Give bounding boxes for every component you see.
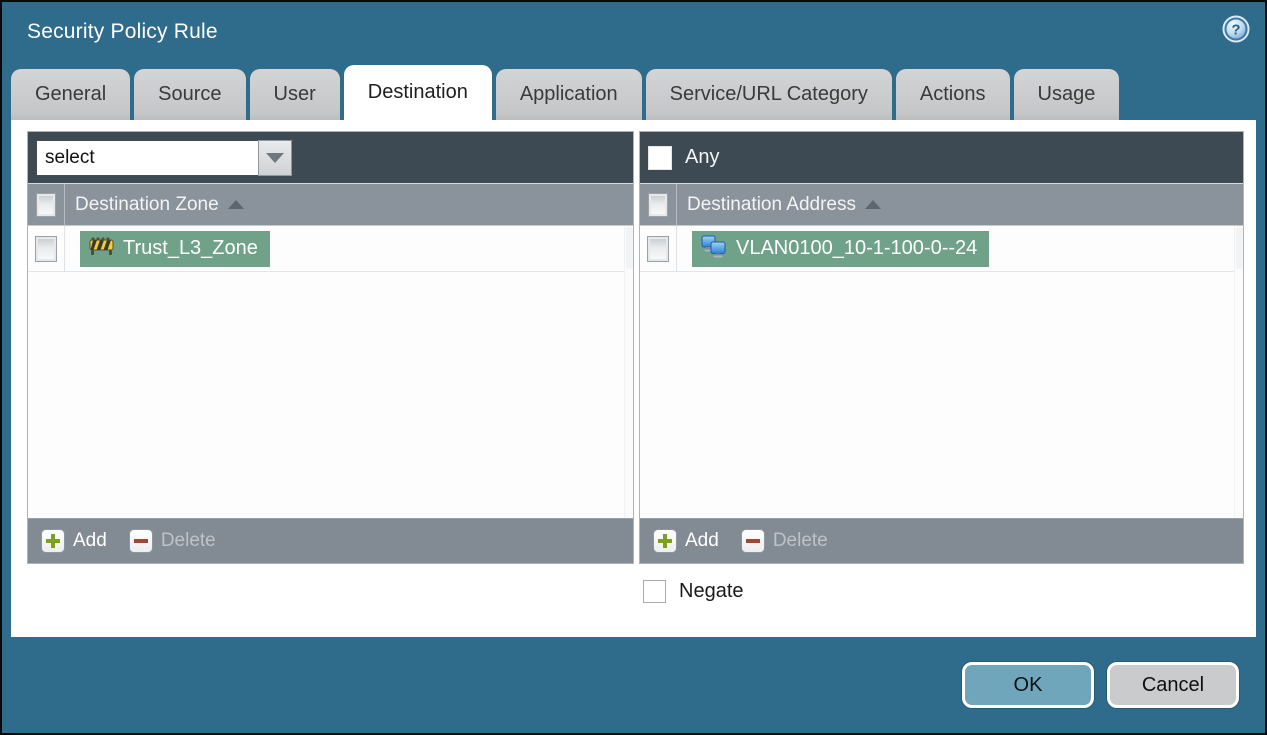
zone-panel-toolbar: select [28, 132, 633, 184]
address-add-button[interactable]: Add [653, 529, 719, 553]
tab-usage[interactable]: Usage [1013, 69, 1120, 120]
cancel-button[interactable]: Cancel [1107, 662, 1239, 708]
address-scrollbar[interactable] [1234, 226, 1243, 518]
tab-actions[interactable]: Actions [895, 69, 1010, 120]
svg-text:?: ? [1231, 22, 1240, 39]
chevron-down-icon [266, 152, 284, 163]
address-add-label: Add [685, 530, 719, 551]
add-icon [41, 529, 65, 553]
security-policy-rule-dialog: Security Policy Rule ? General Source Us… [0, 0, 1267, 735]
help-icon[interactable]: ? [1222, 15, 1250, 43]
tab-destination[interactable]: Destination [343, 65, 492, 120]
zone-delete-label: Delete [160, 530, 216, 551]
zone-column-header[interactable]: Destination Zone [75, 194, 219, 216]
zone-row-checkbox-cell [28, 226, 65, 271]
zone-table-header: Destination Zone [28, 184, 633, 226]
zone-scrollbar[interactable] [624, 226, 633, 518]
tab-general[interactable]: General [11, 69, 131, 120]
zone-add-label: Add [73, 530, 107, 551]
address-panel-toolbar: Any [640, 132, 1243, 184]
address-icon [701, 234, 727, 264]
zone-select-input[interactable]: select [36, 139, 258, 176]
add-icon [653, 529, 677, 553]
dialog-footer: OK Cancel [2, 637, 1265, 733]
title-bar: Security Policy Rule ? [2, 2, 1265, 62]
address-scrollbar-thumb[interactable] [1235, 227, 1243, 269]
panels-row: select Destination Zone Trust_L3_Zone Ad… [27, 131, 1256, 564]
tab-service-url-category[interactable]: Service/URL Category [645, 69, 892, 120]
destination-address-panel: Any Destination Address VLAN0100_10-1-10… [639, 131, 1244, 564]
zone-add-button[interactable]: Add [41, 529, 107, 553]
address-delete-label: Delete [772, 530, 828, 551]
address-row-checkbox[interactable] [647, 235, 669, 262]
zone-select-combo: select [36, 139, 292, 176]
table-row: Trust_L3_Zone [28, 226, 633, 272]
zone-header-checkbox-cell [28, 184, 65, 225]
tab-content-destination: select Destination Zone Trust_L3_Zone Ad… [11, 120, 1256, 637]
negate-label: Negate [679, 580, 744, 602]
dialog-title: Security Policy Rule [27, 20, 218, 43]
address-table-body: VLAN0100_10-1-100-0--24 [640, 226, 1243, 518]
zone-delete-button[interactable]: Delete [128, 529, 216, 553]
zone-select-dropdown-button[interactable] [258, 139, 292, 176]
address-column-header[interactable]: Destination Address [687, 194, 856, 216]
negate-checkbox[interactable] [643, 580, 666, 603]
address-select-all-checkbox[interactable] [648, 192, 668, 217]
tab-strip: General Source User Destination Applicat… [2, 62, 1265, 120]
sort-ascending-icon[interactable] [227, 200, 244, 209]
zone-row-checkbox[interactable] [35, 235, 57, 262]
destination-zone-panel: select Destination Zone Trust_L3_Zone Ad… [27, 131, 634, 564]
address-chip-vlan0100[interactable]: VLAN0100_10-1-100-0--24 [692, 230, 990, 267]
sort-ascending-icon[interactable] [865, 200, 881, 209]
address-row-checkbox-cell [640, 226, 677, 271]
zone-scrollbar-thumb[interactable] [625, 227, 633, 269]
zone-select-all-checkbox[interactable] [36, 192, 56, 217]
address-header-checkbox-cell [640, 184, 677, 225]
tab-source[interactable]: Source [134, 69, 246, 120]
zone-icon [89, 236, 114, 262]
any-label: Any [685, 146, 720, 168]
tab-application[interactable]: Application [495, 69, 642, 120]
ok-button[interactable]: OK [962, 662, 1094, 708]
table-row: VLAN0100_10-1-100-0--24 [640, 226, 1243, 272]
zone-chip-label: Trust_L3_Zone [123, 237, 258, 259]
delete-icon [740, 529, 765, 553]
negate-row: Negate [643, 580, 1256, 603]
address-delete-button[interactable]: Delete [740, 529, 828, 553]
zone-panel-footer: Add Delete [28, 518, 633, 563]
zone-chip-trust-l3-zone[interactable]: Trust_L3_Zone [80, 230, 270, 267]
tab-user[interactable]: User [249, 69, 340, 120]
address-panel-footer: Add Delete [640, 518, 1243, 563]
address-chip-label: VLAN0100_10-1-100-0--24 [736, 237, 978, 259]
zone-table-body: Trust_L3_Zone [28, 226, 633, 518]
delete-icon [128, 529, 153, 553]
any-checkbox[interactable] [648, 145, 672, 170]
address-table-header: Destination Address [640, 184, 1243, 226]
